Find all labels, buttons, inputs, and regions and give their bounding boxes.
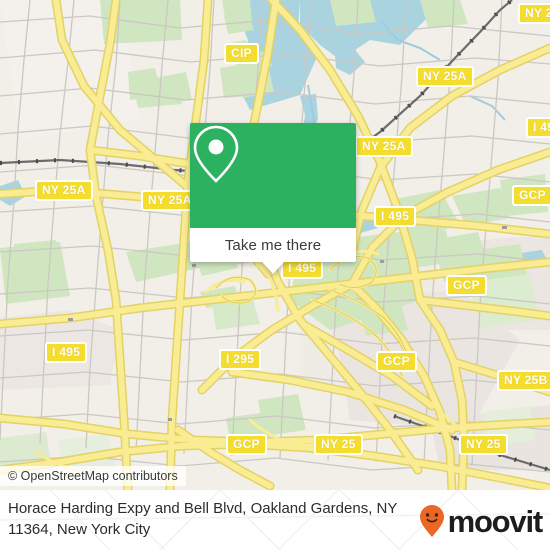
road-shield: NY 25A [416, 66, 474, 87]
moovit-brand[interactable]: moovit [419, 503, 544, 539]
footer-bar: Horace Harding Expy and Bell Blvd, Oakla… [0, 490, 550, 550]
road-shield: GCP [376, 351, 417, 372]
road-shield: I 495 [374, 206, 417, 227]
map-pin-icon [193, 125, 239, 183]
road-shield: NY 25A [35, 180, 93, 201]
road-shield: I 295 [219, 349, 262, 370]
map-canvas[interactable]: CIPNY 25ANY 25NY 25AI 495NY 25ANY 25AI 4… [0, 0, 550, 490]
road-shield: NY 25A [355, 136, 413, 157]
road-shield: I 495 [526, 117, 550, 138]
road-shield: CIP [224, 43, 259, 64]
take-me-there-label: Take me there [224, 236, 322, 254]
take-me-there-popup[interactable]: Take me there [190, 123, 356, 274]
road-shield: NY 25 [314, 434, 363, 455]
road-shield: GCP [446, 275, 487, 296]
road-shield: NY 25B [497, 370, 550, 391]
moovit-map-screenshot: CIPNY 25ANY 25NY 25AI 495NY 25ANY 25AI 4… [0, 0, 550, 550]
road-shield: NY 25 [459, 434, 508, 455]
road-shield: GCP [512, 185, 550, 206]
location-address: Horace Harding Expy and Bell Blvd, Oakla… [8, 500, 398, 538]
road-shield: I 495 [45, 342, 88, 363]
moovit-pin-icon [419, 505, 444, 537]
road-shield: GCP [226, 434, 267, 455]
moovit-wordmark: moovit [447, 503, 544, 539]
popup-image-area [190, 123, 356, 228]
osm-attribution[interactable]: © OpenStreetMap contributors [0, 466, 186, 486]
popup-tail [262, 262, 284, 274]
popup-action-bar[interactable]: Take me there [190, 228, 356, 274]
road-shield: NY 25 [518, 3, 550, 24]
